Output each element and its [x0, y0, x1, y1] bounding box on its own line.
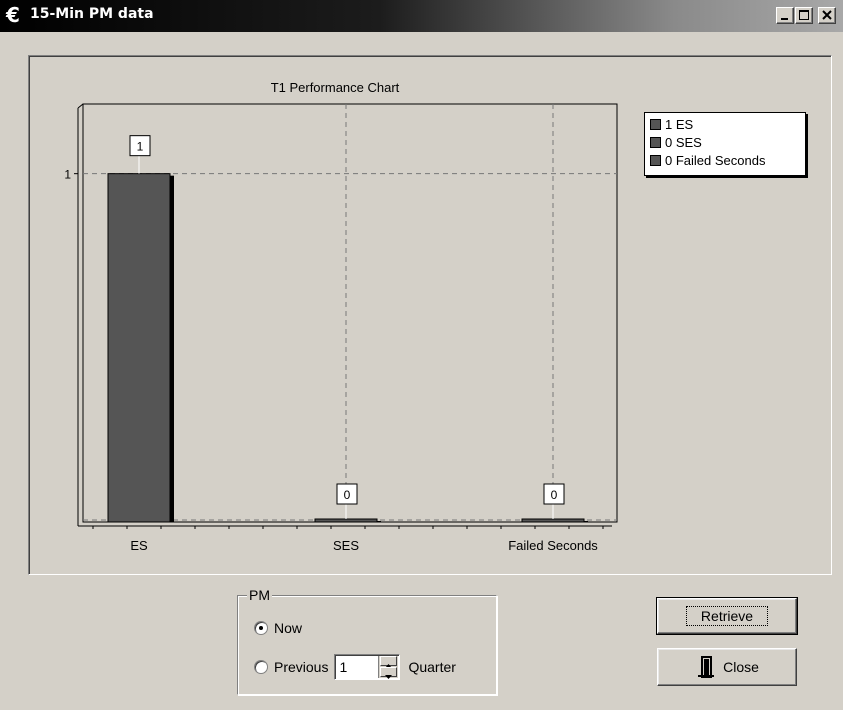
legend-label: 0 Failed Seconds [665, 152, 766, 168]
pm-data-window: € 15-Min PM data T1 Performance Chart 1 1 E… [0, 0, 843, 710]
retrieve-label: Retrieve [685, 606, 769, 626]
data-label: 0 [344, 488, 351, 502]
door-exit-icon [698, 656, 715, 678]
minimize-button[interactable] [776, 7, 794, 24]
pm-groupbox: PM Now Previous 1 Quarter [237, 587, 497, 695]
bar-side [584, 521, 588, 522]
data-label: 1 [137, 140, 144, 154]
chart-legend: 1 ES 0 SES 0 Failed Seconds [644, 112, 806, 176]
y-tick-label: 1 [64, 168, 71, 182]
legend-item: 1 ES [650, 115, 800, 133]
legend-label: 1 ES [665, 116, 694, 132]
maximize-button[interactable] [795, 7, 813, 24]
bar-side [377, 521, 381, 522]
retrieve-button[interactable]: Retrieve [656, 597, 798, 635]
previous-radio-option[interactable]: Previous 1 Quarter [254, 654, 456, 680]
arrow-down-icon [385, 675, 393, 679]
quarter-spinner[interactable]: 1 [334, 654, 401, 680]
legend-label: 0 SES [665, 134, 702, 150]
close-label: Close [723, 659, 759, 675]
x-tick-label: Failed Seconds [508, 538, 598, 553]
app-logo-icon: € [6, 3, 20, 27]
spin-up-button[interactable] [380, 656, 398, 668]
close-button[interactable]: Close [657, 648, 797, 686]
quarter-label: Quarter [408, 659, 456, 675]
previous-label: Previous [274, 659, 329, 675]
previous-radio[interactable] [254, 660, 268, 674]
window-title: 15-Min PM data [30, 6, 154, 22]
close-x-icon [822, 10, 832, 20]
chart-title: T1 Performance Chart [271, 80, 400, 95]
legend-item: 0 SES [650, 133, 800, 151]
legend-swatch [650, 118, 661, 130]
spin-down-button[interactable] [380, 667, 398, 679]
data-label: 0 [551, 488, 558, 502]
bar [107, 173, 171, 523]
bar-side [170, 175, 174, 522]
legend-item: 0 Failed Seconds [650, 151, 800, 169]
legend-swatch [650, 136, 661, 148]
close-window-button[interactable] [818, 7, 836, 24]
now-label: Now [274, 620, 303, 636]
now-radio-option[interactable]: Now [254, 620, 302, 636]
x-tick-label: ES [130, 538, 148, 553]
quarter-value[interactable]: 1 [339, 659, 347, 675]
bar [314, 518, 378, 523]
spinner-buttons[interactable] [378, 656, 399, 679]
bar [521, 518, 585, 523]
minimize-icon [781, 18, 788, 20]
now-radio[interactable] [254, 621, 268, 635]
x-tick-label: SES [333, 538, 359, 553]
title-bar[interactable]: € 15-Min PM data [0, 0, 843, 32]
legend-swatch [650, 154, 661, 166]
wall-corner [77, 103, 84, 109]
chart-panel: T1 Performance Chart 1 1 ES 0 SES 0 Failed Seco… [28, 55, 832, 575]
maximize-icon [799, 10, 809, 20]
pm-group-title: PM [247, 587, 272, 603]
